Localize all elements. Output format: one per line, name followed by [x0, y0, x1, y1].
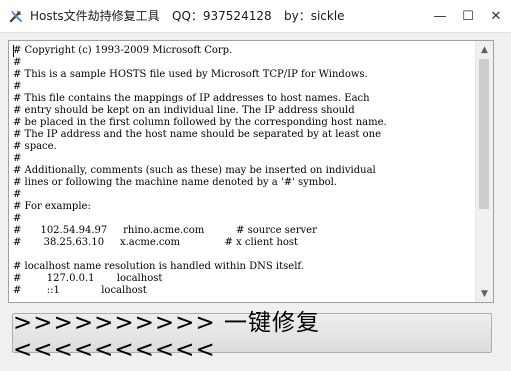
scroll-down-icon[interactable]: ▼: [476, 285, 493, 302]
hosts-line: # lines or following the machine name de…: [13, 177, 338, 188]
hosts-line: # The IP address and the host name shoul…: [13, 129, 381, 140]
hosts-line: # For example:: [13, 201, 91, 212]
text-caret: [13, 45, 14, 57]
fix-button-label: >>>>>>>>>> 一键修复 <<<<<<<<<<: [13, 310, 321, 363]
hosts-line: # This file contains the mappings of IP …: [13, 93, 370, 104]
title-bar[interactable]: Hosts文件劫持修复工具 QQ：937524128 by：sickle — ☐…: [0, 0, 511, 33]
hosts-line: # ::1 localhost: [13, 285, 147, 296]
minimize-button[interactable]: —: [425, 0, 455, 32]
hosts-line: # This is a sample HOSTS file used by Mi…: [13, 69, 368, 80]
hosts-line: # 38.25.63.10 x.acme.com # x client host: [13, 237, 299, 248]
hosts-editor[interactable]: # Copyright (c) 1993-2009 Microsoft Corp…: [8, 40, 494, 303]
tools-icon: [8, 8, 24, 24]
hosts-line: # localhost name resolution is handled w…: [13, 261, 304, 272]
hosts-line: # be placed in the first column followed…: [13, 117, 387, 128]
hosts-text[interactable]: # Copyright (c) 1993-2009 Microsoft Corp…: [13, 45, 473, 297]
qq-contact: QQ：937524128: [172, 9, 272, 23]
scroll-up-icon[interactable]: ▲: [476, 41, 493, 58]
hosts-line: # Copyright (c) 1993-2009 Microsoft Corp…: [13, 45, 233, 56]
hosts-line: [13, 249, 473, 261]
maximize-icon: ☐: [462, 8, 474, 24]
hosts-line: # entry should be kept on an individual …: [13, 105, 355, 116]
hosts-line: # Additionally, comments (such as these)…: [13, 165, 376, 176]
author-credit: by：sickle: [284, 9, 345, 23]
minimize-icon: —: [433, 8, 447, 24]
one-click-fix-button[interactable]: >>>>>>>>>> 一键修复 <<<<<<<<<<: [12, 310, 492, 363]
scroll-thumb[interactable]: [479, 59, 489, 209]
hosts-line: # space.: [13, 141, 57, 152]
close-icon: ✕: [490, 8, 502, 24]
close-button[interactable]: ✕: [481, 0, 511, 32]
hosts-line: #: [13, 213, 22, 224]
hosts-line: # 102.54.94.97 rhino.acme.com # source s…: [13, 225, 317, 236]
hosts-line: #: [13, 57, 22, 68]
hosts-line: #: [13, 153, 22, 164]
vertical-scrollbar[interactable]: ▲ ▼: [475, 41, 493, 302]
app-window: Hosts文件劫持修复工具 QQ：937524128 by：sickle — ☐…: [0, 0, 511, 371]
hosts-line: #: [13, 189, 22, 200]
app-title: Hosts文件劫持修复工具: [30, 9, 160, 23]
hosts-line: #: [13, 81, 22, 92]
hosts-line: # 127.0.0.1 localhost: [13, 273, 163, 284]
maximize-button[interactable]: ☐: [453, 0, 483, 32]
